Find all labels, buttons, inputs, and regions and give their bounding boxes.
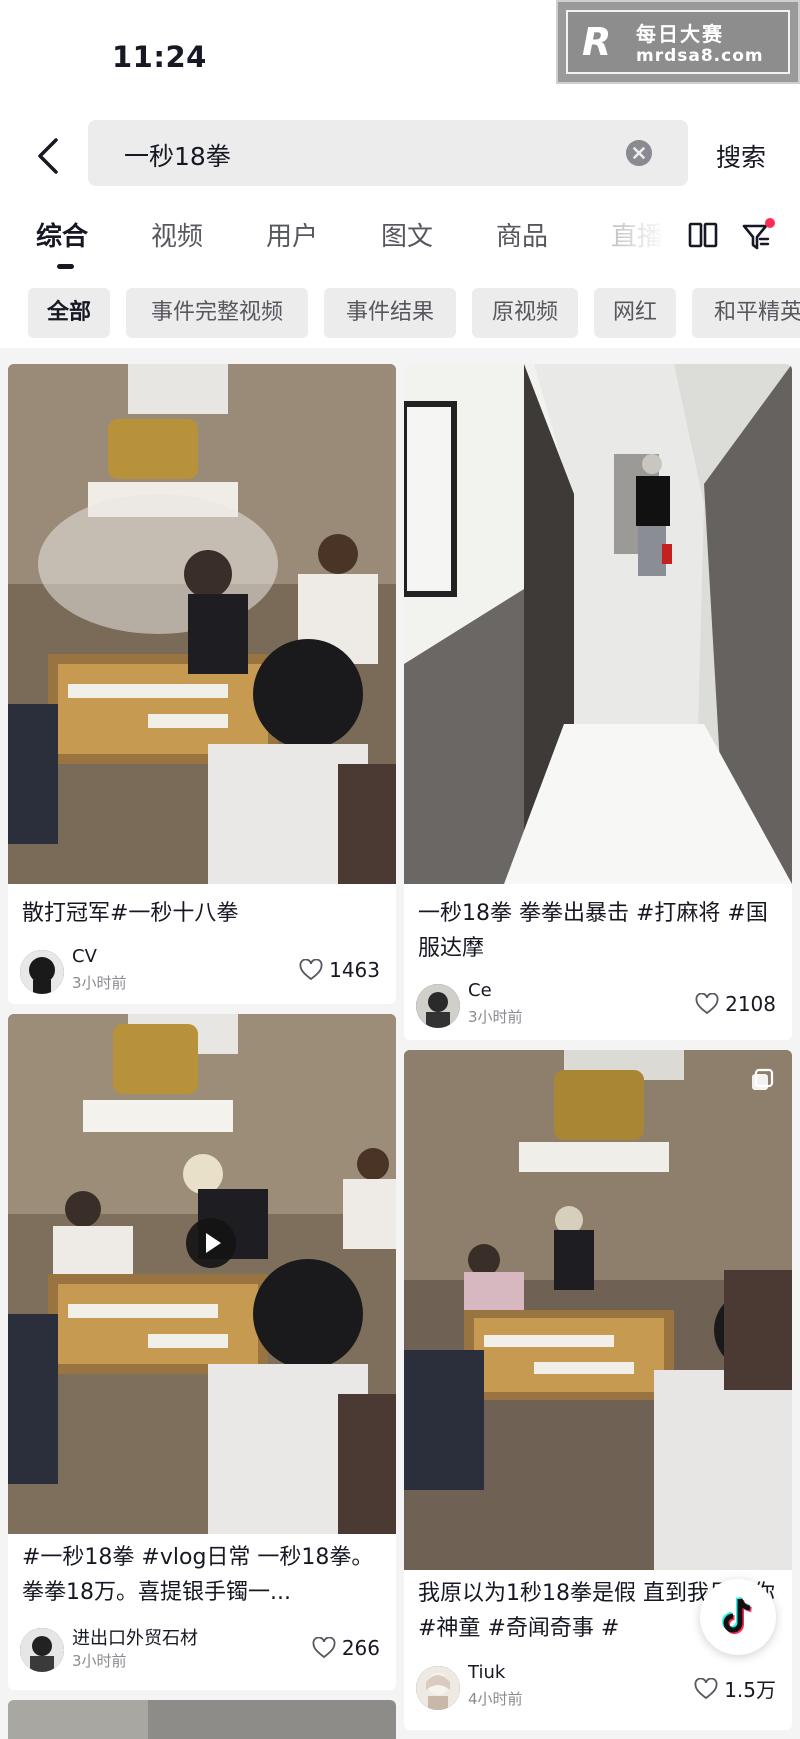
result-card[interactable]: 一秒18拳 拳拳出暴击 #打麻将 #国服达摩 Ce 3小时前 2108 [404, 364, 792, 1040]
username[interactable]: Ce [468, 980, 492, 1001]
avatar[interactable] [416, 1666, 460, 1710]
filter-chips: 全部 事件完整视频 事件结果 原视频 网红 和平精英 [0, 278, 800, 348]
tiktok-float-button[interactable] [700, 1579, 776, 1655]
card-title: 散打冠军#一秒十八拳 [22, 901, 239, 926]
post-time: 4小时前 [468, 1690, 523, 1708]
multi-image-icon [752, 1068, 774, 1090]
heart-icon [299, 959, 323, 981]
post-time: 3小时前 [72, 974, 127, 992]
search-query: 一秒18拳 [124, 142, 231, 171]
like-count: 266 [341, 1636, 380, 1660]
watermark-logo: R [582, 20, 612, 64]
like-button[interactable]: 2108 [695, 992, 776, 1016]
results-feed: 散打冠军#一秒十八拳 CV 3小时前 1463 一秒18拳 拳拳出暴击 #打麻将… [0, 348, 800, 1739]
chip-all[interactable]: 全部 [28, 288, 110, 338]
grid-view-icon[interactable] [688, 220, 718, 250]
result-card[interactable]: 散打冠军#一秒十八拳 CV 3小时前 1463 [8, 364, 396, 1004]
video-thumbnail[interactable] [404, 364, 792, 884]
tab-video[interactable]: 视频 [151, 216, 203, 253]
like-button[interactable]: 1463 [299, 958, 380, 982]
chip-original[interactable]: 原视频 [472, 288, 578, 338]
search-input[interactable]: 一秒18拳 [88, 120, 688, 186]
clear-icon[interactable] [626, 140, 652, 166]
post-time: 3小时前 [468, 1008, 523, 1026]
heart-icon [312, 1637, 336, 1659]
like-button[interactable]: 266 [312, 1636, 380, 1660]
tiktok-logo-icon [722, 1596, 752, 1634]
search-button[interactable]: 搜索 [716, 138, 766, 174]
like-count: 2108 [725, 992, 776, 1016]
watermark-text: 每日大赛 [636, 22, 724, 46]
back-arrow-icon[interactable] [32, 134, 68, 178]
status-bar: 11:24 R 每日大赛 mrdsa8.com [0, 0, 800, 110]
like-button[interactable]: 1.5万 [694, 1674, 776, 1703]
username[interactable]: 进出口外贸石材 [72, 1624, 198, 1650]
like-count: 1.5万 [724, 1678, 776, 1702]
result-card-peek[interactable] [8, 1700, 396, 1739]
tab-image-text[interactable]: 图文 [381, 216, 433, 253]
avatar[interactable] [20, 950, 64, 994]
active-tab-indicator [57, 264, 74, 269]
video-thumbnail[interactable] [404, 1050, 792, 1570]
watermark-url: mrdsa8.com [636, 46, 764, 66]
chip-influencer[interactable]: 网红 [594, 288, 676, 338]
chip-full-video[interactable]: 事件完整视频 [126, 288, 308, 338]
video-thumbnail[interactable] [8, 1700, 396, 1739]
tab-comprehensive[interactable]: 综合 [36, 216, 88, 253]
status-time: 11:24 [112, 40, 207, 74]
avatar[interactable] [416, 984, 460, 1028]
card-title: #一秒18拳 #vlog日常 一秒18拳。拳拳18万。喜提银手镯一... [22, 1545, 374, 1605]
chip-peace-elite[interactable]: 和平精英 [692, 288, 800, 338]
result-card[interactable]: #一秒18拳 #vlog日常 一秒18拳。拳拳18万。喜提银手镯一... 进出口… [8, 1014, 396, 1690]
search-tabs: 综合 视频 用户 图文 商品 直播 [0, 210, 800, 278]
username[interactable]: Tiuk [468, 1662, 505, 1683]
filter-icon[interactable] [740, 218, 776, 254]
search-bar-row: 一秒18拳 搜索 [0, 110, 800, 210]
tab-products[interactable]: 商品 [496, 216, 548, 253]
chip-result[interactable]: 事件结果 [324, 288, 456, 338]
username[interactable]: CV [72, 946, 97, 967]
heart-icon [695, 993, 719, 1015]
tab-users[interactable]: 用户 [266, 216, 318, 253]
watermark: R 每日大赛 mrdsa8.com [556, 0, 800, 84]
play-icon[interactable] [186, 1218, 236, 1268]
video-thumbnail[interactable] [8, 1014, 396, 1534]
like-count: 1463 [329, 958, 380, 982]
avatar[interactable] [20, 1628, 64, 1672]
post-time: 3小时前 [72, 1652, 127, 1670]
tabs-fade [590, 210, 680, 270]
card-title: 一秒18拳 拳拳出暴击 #打麻将 #国服达摩 [418, 901, 768, 961]
heart-icon [694, 1677, 718, 1699]
video-thumbnail[interactable] [8, 364, 396, 884]
